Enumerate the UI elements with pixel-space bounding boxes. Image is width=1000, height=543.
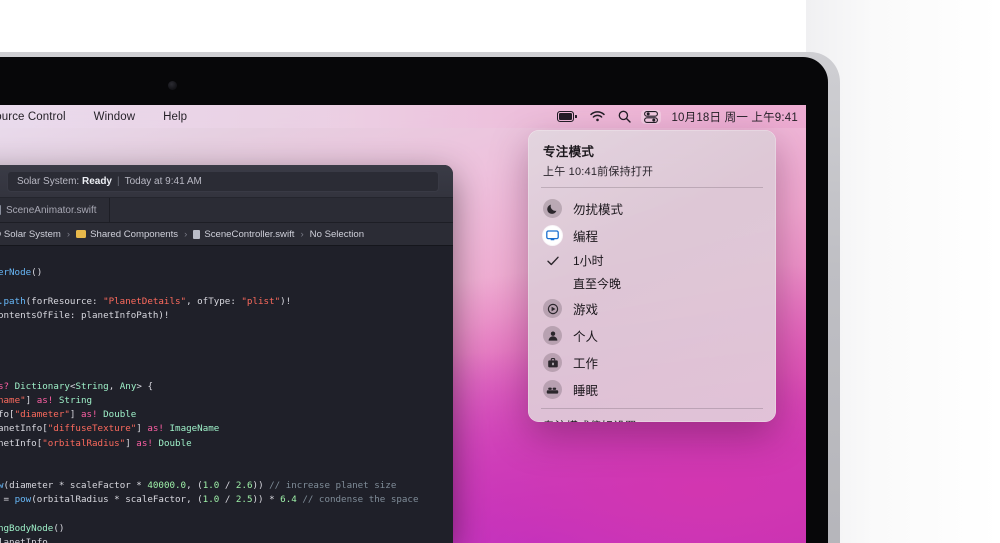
xcode-toolbar: My Mac Solar System: Ready | Today at 9:…: [0, 165, 453, 198]
code-line: if let planetInfo = value as? Dictionary…: [0, 380, 153, 392]
menu-bar-items: bug Source Control Window Help: [0, 111, 201, 123]
focus-duration-1-hour[interactable]: 1小时: [528, 249, 776, 272]
breadcrumb-label: Shared Components: [90, 228, 179, 240]
breadcrumb-item-scenecontroller-swift[interactable]: SceneController.swift: [193, 229, 294, 240]
focus-mode-personal[interactable]: 个人: [528, 322, 776, 349]
folder-icon: [76, 230, 87, 238]
code-line: t centerNode = solarSystemCenterNode(): [0, 267, 43, 279]
document-icon: [0, 205, 1, 215]
wifi-icon[interactable]: [590, 111, 606, 122]
breadcrumb-item-no-selection[interactable]: No Selection: [310, 229, 364, 240]
chevron-right-icon: ›: [66, 228, 71, 240]
checkmark-icon: [543, 256, 562, 266]
chevron-right-icon: ›: [300, 228, 304, 240]
breadcrumb: Solar System iOS › 3D Solar System › Sha…: [0, 223, 453, 246]
code-line: t planetInfoPath = Bundle.main.path(forR…: [0, 295, 292, 307]
breadcrumb-label: SceneController.swift: [204, 228, 295, 240]
document-icon: [193, 229, 201, 239]
status-time: Today at 9:41 AM: [124, 175, 202, 187]
menu-bar-clock[interactable]: 10月18日 周一 上午9:41: [671, 109, 798, 125]
focus-duration-until-tonight[interactable]: 直至今晚: [528, 272, 776, 295]
status-state: Ready: [81, 175, 112, 187]
breadcrumb-item-3d-solar-system[interactable]: 3D Solar System: [0, 229, 61, 240]
focus-mode-label: 游戏: [573, 303, 599, 317]
code-line: let scaledOrbitalRadius = pow(orbitalRad…: [3, 494, 419, 506]
chevron-right-icon: ›: [184, 228, 188, 240]
focus-mode-do-not-disturb[interactable]: 勿扰模式: [528, 195, 776, 222]
source-editor[interactable]: e func setupScene() {t centerNode = sola…: [0, 246, 453, 543]
menu-item-source-control[interactable]: Source Control: [0, 111, 80, 123]
focus-mode-label: 编程: [573, 230, 599, 244]
focus-mode-gaming[interactable]: 游戏: [528, 295, 776, 322]
briefcase-icon: [543, 353, 562, 372]
code-line: let planetNode = OrbitingBodyNode(): [0, 522, 65, 534]
focus-panel-subtitle: 上午 10:41前保持打开: [543, 166, 654, 178]
code-line: t scaleFactor = 1.0/1000000.0: [0, 337, 453, 351]
code-line: let name = planetInfo["name"] as! String: [0, 395, 93, 407]
code-line: let orbitalRadius = planetInfo["orbitalR…: [0, 437, 192, 449]
focus-mode-sleep[interactable]: 睡眠: [528, 376, 776, 403]
menu-bar-status-area: 10月18日 周一 上午9:41: [557, 109, 806, 125]
tab-sceneanimator-swift[interactable]: SceneAnimator.swift: [0, 198, 110, 222]
focus-mode-coding[interactable]: 编程: [528, 222, 776, 249]
focus-panel-header: 专注模式 上午 10:41前保持打开: [528, 130, 776, 187]
status-project: Solar System:: [16, 175, 80, 187]
focus-mode-panel: 专注模式 上午 10:41前保持打开 勿扰模式 编程 1小时 直至今晚 游戏 个…: [528, 130, 776, 422]
focus-duration-label: 1小时: [573, 254, 604, 268]
focus-mode-list: 勿扰模式 编程 1小时 直至今晚 游戏 个人 工作 睡眠: [528, 188, 776, 408]
screenshot-root: bug Source Control Window Help 10月18日: [0, 0, 1000, 543]
focus-mode-label: 勿扰模式: [573, 203, 624, 217]
breadcrumb-label: No Selection: [309, 228, 365, 240]
focus-mode-label: 睡眠: [573, 384, 599, 398]
person-icon: [543, 326, 562, 345]
activity-status-bar: Solar System: Ready | Today at 9:41 AM: [6, 170, 439, 192]
code-line: let scaledDiameter = pow(diameter * scal…: [0, 480, 397, 492]
code-line: planetNode.bodyInfo = planetInfo: [0, 537, 48, 543]
menu-bar: bug Source Control Window Help 10月18日: [0, 105, 806, 128]
editor-tab-bar: SceneController.swift SceneAnimator.swif…: [0, 198, 453, 223]
xcode-window: My Mac Solar System: Ready | Today at 9:…: [0, 165, 453, 543]
focus-panel-title: 专注模式: [543, 145, 595, 159]
spotlight-search-icon[interactable]: [618, 110, 632, 123]
menu-item-help[interactable]: Help: [149, 111, 201, 123]
game-controller-icon: [543, 299, 562, 318]
breadcrumb-label: 3D Solar System: [0, 228, 61, 240]
focus-preferences-menu-item[interactable]: 专注模式偏好设置…: [528, 409, 776, 422]
display-icon: [543, 226, 562, 245]
focus-duration-label: 直至今晚: [573, 277, 622, 291]
moon-icon: [543, 199, 562, 218]
tab-label: SceneAnimator.swift: [5, 204, 97, 216]
code-line: let diffuseTexture = planetInfo["diffuse…: [0, 423, 220, 435]
focus-mode-work[interactable]: 工作: [528, 349, 776, 376]
code-line: let diameter = planetInfo["diameter"] as…: [0, 409, 137, 421]
camera-icon: [168, 81, 177, 90]
menu-item-window[interactable]: Window: [80, 111, 150, 123]
breadcrumb-item-shared-components[interactable]: Shared Components: [76, 229, 178, 240]
bed-icon: [543, 380, 562, 399]
focus-mode-label: 工作: [573, 357, 599, 371]
code-line: e func setupScene() {: [0, 252, 453, 266]
code-line: t planetArray = NSArray.init(contentsOfF…: [0, 309, 170, 321]
status-separator: |: [116, 175, 120, 187]
code-line: r value in planetArray {: [0, 366, 453, 380]
battery-icon[interactable]: [557, 111, 578, 122]
control-center-icon[interactable]: [641, 109, 662, 124]
focus-mode-label: 个人: [573, 330, 599, 344]
laptop-screen: bug Source Control Window Help 10月18日: [0, 105, 806, 543]
